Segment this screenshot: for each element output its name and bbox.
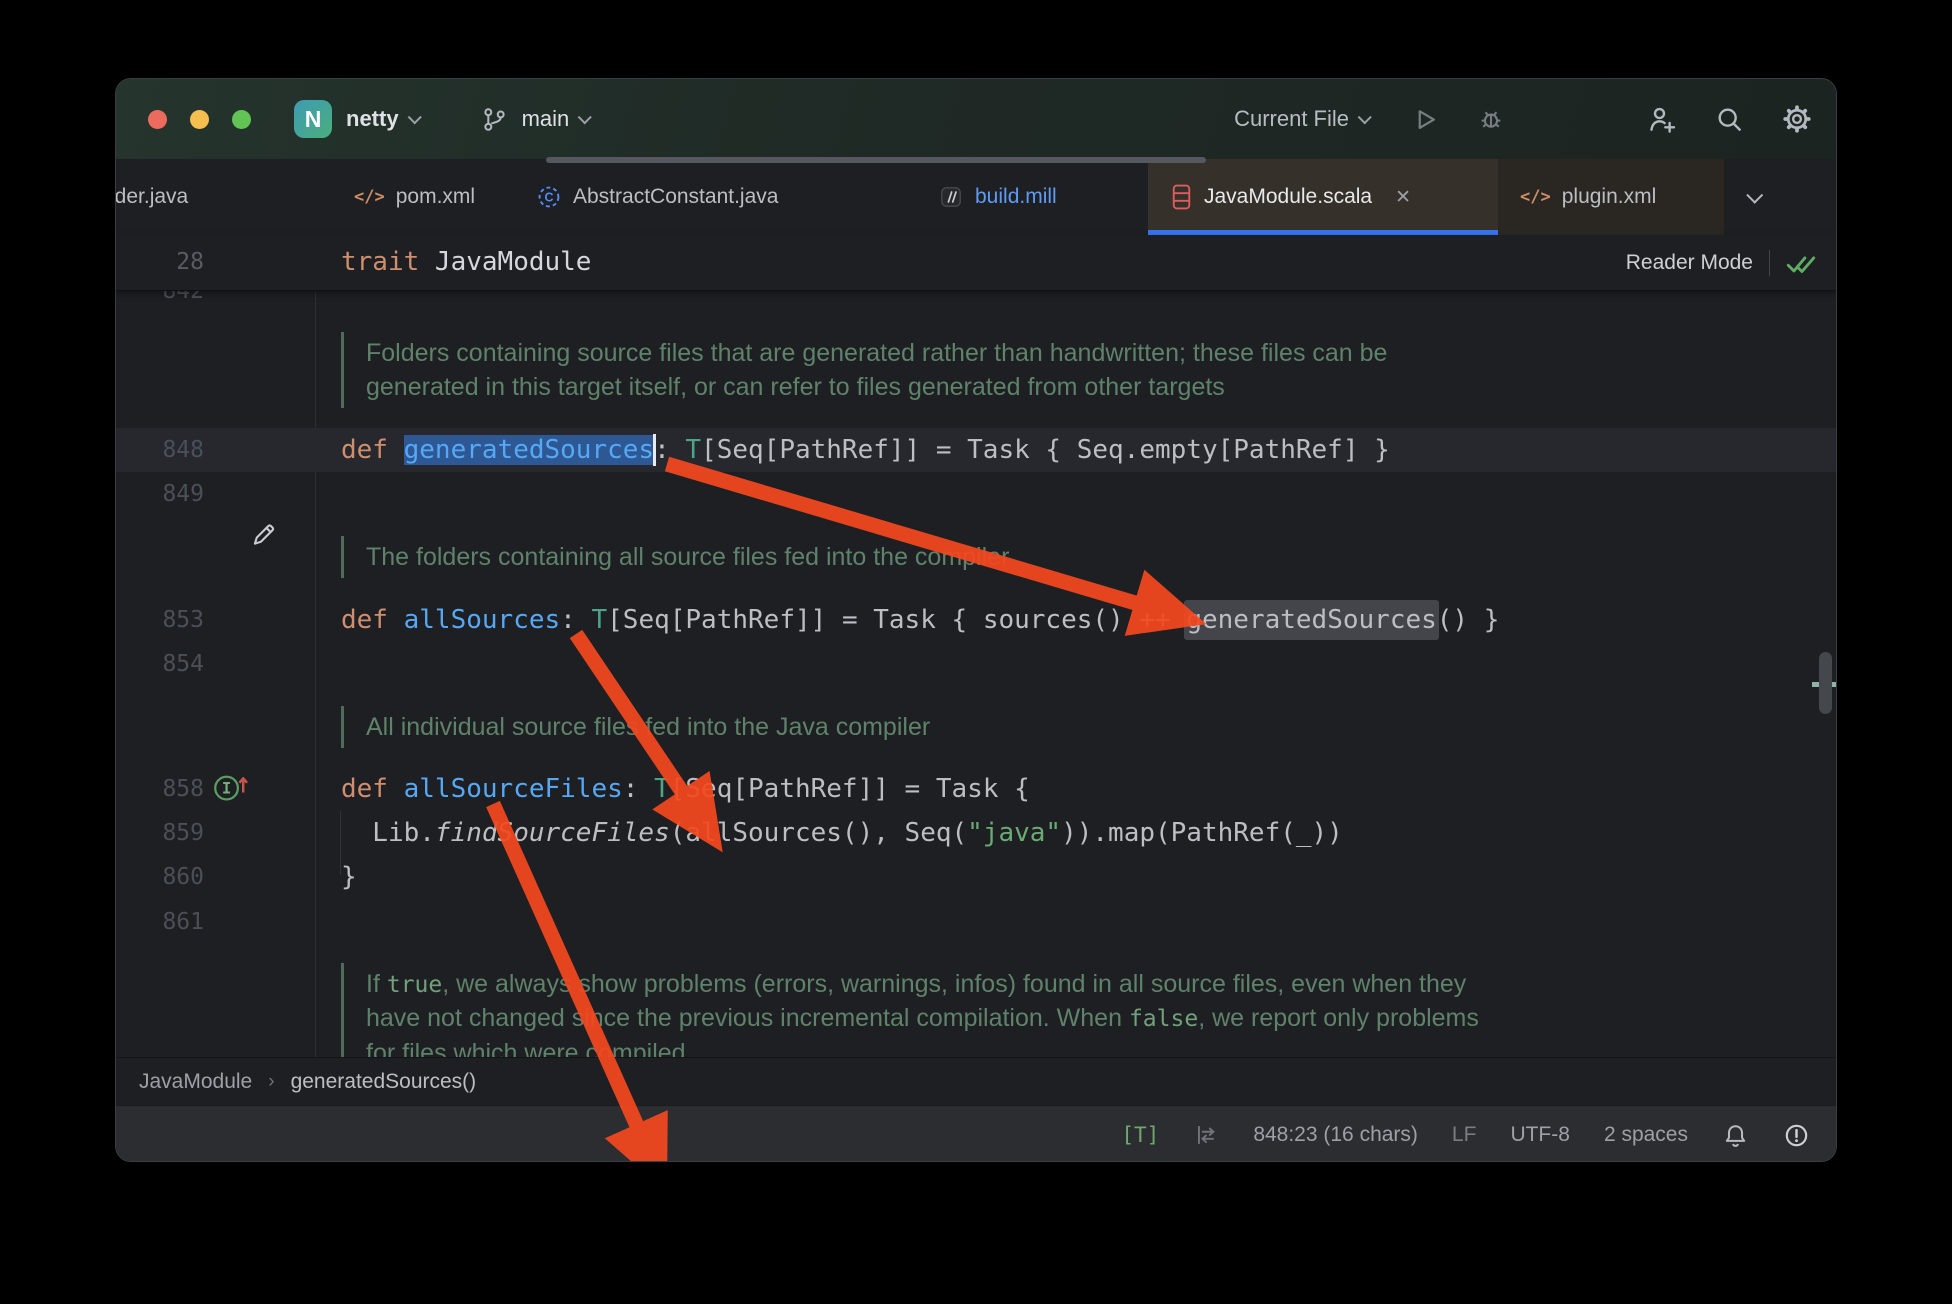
line-number: 858 [116, 767, 204, 811]
doc-comment-bar [341, 963, 344, 1057]
vcs-widget[interactable]: main [481, 106, 594, 133]
tabs-scrollbar[interactable] [546, 157, 1206, 163]
line-number: 849 [116, 472, 204, 516]
project-name[interactable]: netty [346, 106, 399, 132]
doc-comment-bar [341, 332, 344, 408]
line-number: 842 [116, 290, 204, 313]
tab-build-mill[interactable]: build.mill [938, 159, 1057, 235]
column-selection-badge[interactable]: [T] [1121, 1123, 1159, 1147]
tab-label: AbstractConstant.java [573, 185, 778, 209]
code-editor[interactable]: 842 Folders containing source files that… [116, 290, 1836, 1057]
notifications-bell-icon[interactable] [1722, 1122, 1749, 1149]
run-configuration[interactable]: Current File [1234, 106, 1349, 132]
add-user-icon[interactable] [1647, 104, 1677, 134]
tab-bar-actions [1738, 159, 1794, 235]
window-controls [148, 110, 251, 129]
ide-window: N netty main Current File [115, 78, 1837, 1162]
debug-button[interactable] [1477, 105, 1505, 133]
minimize-window-button[interactable] [190, 110, 209, 129]
divider [1769, 250, 1770, 276]
doc-comment-line: generated in this target itself, or can … [366, 370, 1776, 404]
caret-position[interactable]: 848:23 (16 chars) [1253, 1123, 1418, 1147]
expand-tabs-icon[interactable] [1746, 186, 1763, 203]
xml-file-icon: </> [1520, 187, 1551, 207]
svg-text:C: C [545, 191, 554, 205]
close-tab-icon[interactable]: ✕ [1395, 186, 1411, 209]
breadcrumb-current[interactable]: generatedSources() [291, 1070, 477, 1094]
code-line-860: 860 } [116, 855, 1836, 899]
tab-abstractconstant-java[interactable]: C AbstractConstant.java [536, 159, 778, 235]
git-branch-icon [481, 106, 508, 133]
line-number: 859 [116, 811, 204, 855]
sticky-declaration-line[interactable]: 28 trait JavaModule Reader Mode [116, 235, 1836, 291]
titlebar-actions: Current File [1234, 104, 1836, 134]
mill-file-icon [938, 184, 964, 210]
xml-file-icon: </> [354, 187, 385, 207]
titlebar: N netty main Current File [116, 79, 1836, 159]
problems-icon[interactable] [1783, 1122, 1810, 1149]
tab-pom-xml[interactable]: </> pom.xml [354, 159, 475, 235]
chevron-down-icon [407, 110, 421, 124]
chevron-down-icon [578, 110, 592, 124]
edit-pencil-icon[interactable] [248, 518, 280, 550]
line-number: 854 [116, 642, 204, 686]
sync-arrows-icon[interactable] [1193, 1122, 1219, 1148]
code-line-848: 848 def generatedSources: T[Seq[PathRef]… [116, 428, 1836, 472]
breadcrumb-parent[interactable]: JavaModule [139, 1070, 252, 1094]
branch-name: main [522, 106, 570, 132]
scala-file-icon [1170, 183, 1193, 211]
line-number: 853 [116, 598, 204, 642]
doc-comment-line: All individual source files fed into the… [366, 710, 1776, 744]
settings-gear-icon[interactable] [1782, 104, 1812, 134]
code-line: 861 [116, 900, 1836, 944]
tab-javamodule-scala-active[interactable]: JavaModule.scala ✕ [1148, 159, 1498, 235]
zoom-window-button[interactable] [232, 110, 251, 129]
double-check-icon[interactable] [1786, 251, 1816, 275]
code-line-858: 858 def allSourceFiles: T[Seq[PathRef]] … [116, 767, 1836, 811]
tab-lder-java[interactable]: lder.java [115, 159, 188, 235]
search-icon[interactable] [1715, 105, 1744, 134]
code-line: 854 [116, 642, 1836, 686]
doc-comment-line: have not changed since the previous incr… [366, 1001, 1776, 1035]
reader-mode-label[interactable]: Reader Mode [1626, 251, 1753, 275]
editor-scrollbar-thumb[interactable] [1819, 652, 1832, 714]
breadcrumb: JavaModule › generatedSources() [116, 1057, 1836, 1106]
file-encoding[interactable]: UTF-8 [1510, 1123, 1570, 1147]
doc-comment-line: The folders containing all source files … [366, 540, 1776, 574]
reader-mode-widget: Reader Mode [1626, 235, 1816, 290]
breadcrumb-separator: › [268, 1071, 274, 1093]
status-bar: [T] 848:23 (16 chars) LF UTF-8 2 spaces [116, 1105, 1836, 1162]
code-line-853: 853 def allSources: T[Seq[PathRef]] = Ta… [116, 598, 1836, 642]
tab-label: JavaModule.scala [1204, 185, 1372, 209]
editor-tab-bar: lder.java </> pom.xml C AbstractConstant… [116, 159, 1836, 236]
chevron-down-icon [1358, 110, 1372, 124]
code-line: 849 [116, 472, 1836, 516]
doc-comment-line: Folders containing source files that are… [366, 336, 1776, 370]
line-separator[interactable]: LF [1452, 1123, 1477, 1147]
line-number: 860 [116, 855, 204, 899]
run-button[interactable] [1411, 105, 1439, 133]
tab-label: lder.java [115, 185, 188, 209]
text-caret [653, 434, 656, 466]
doc-comment-bar [341, 536, 344, 578]
tab-plugin-xml[interactable]: </> plugin.xml [1498, 159, 1724, 235]
java-class-icon: C [536, 184, 562, 210]
line-number: 861 [116, 900, 204, 944]
line-number: 848 [116, 428, 204, 472]
project-icon[interactable]: N [294, 100, 332, 138]
indent-setting[interactable]: 2 spaces [1604, 1123, 1688, 1147]
tab-label: build.mill [975, 185, 1057, 209]
tab-label: plugin.xml [1562, 185, 1657, 209]
doc-comment-bar [341, 706, 344, 748]
selected-identifier: generatedSources [404, 435, 654, 465]
sticky-code: trait JavaModule [341, 235, 591, 290]
tab-label: pom.xml [396, 185, 475, 209]
doc-comment-line: If true, we always show problems (errors… [366, 967, 1776, 1001]
sticky-line-number: 28 [116, 235, 204, 290]
close-window-button[interactable] [148, 110, 167, 129]
code-line: 842 [116, 290, 1836, 313]
code-line-859: 859 Lib.findSourceFiles(allSources(), Se… [116, 811, 1836, 855]
usage-highlight: generatedSources [1184, 600, 1438, 640]
doc-comment-line: for files which were compiled [366, 1036, 1776, 1057]
